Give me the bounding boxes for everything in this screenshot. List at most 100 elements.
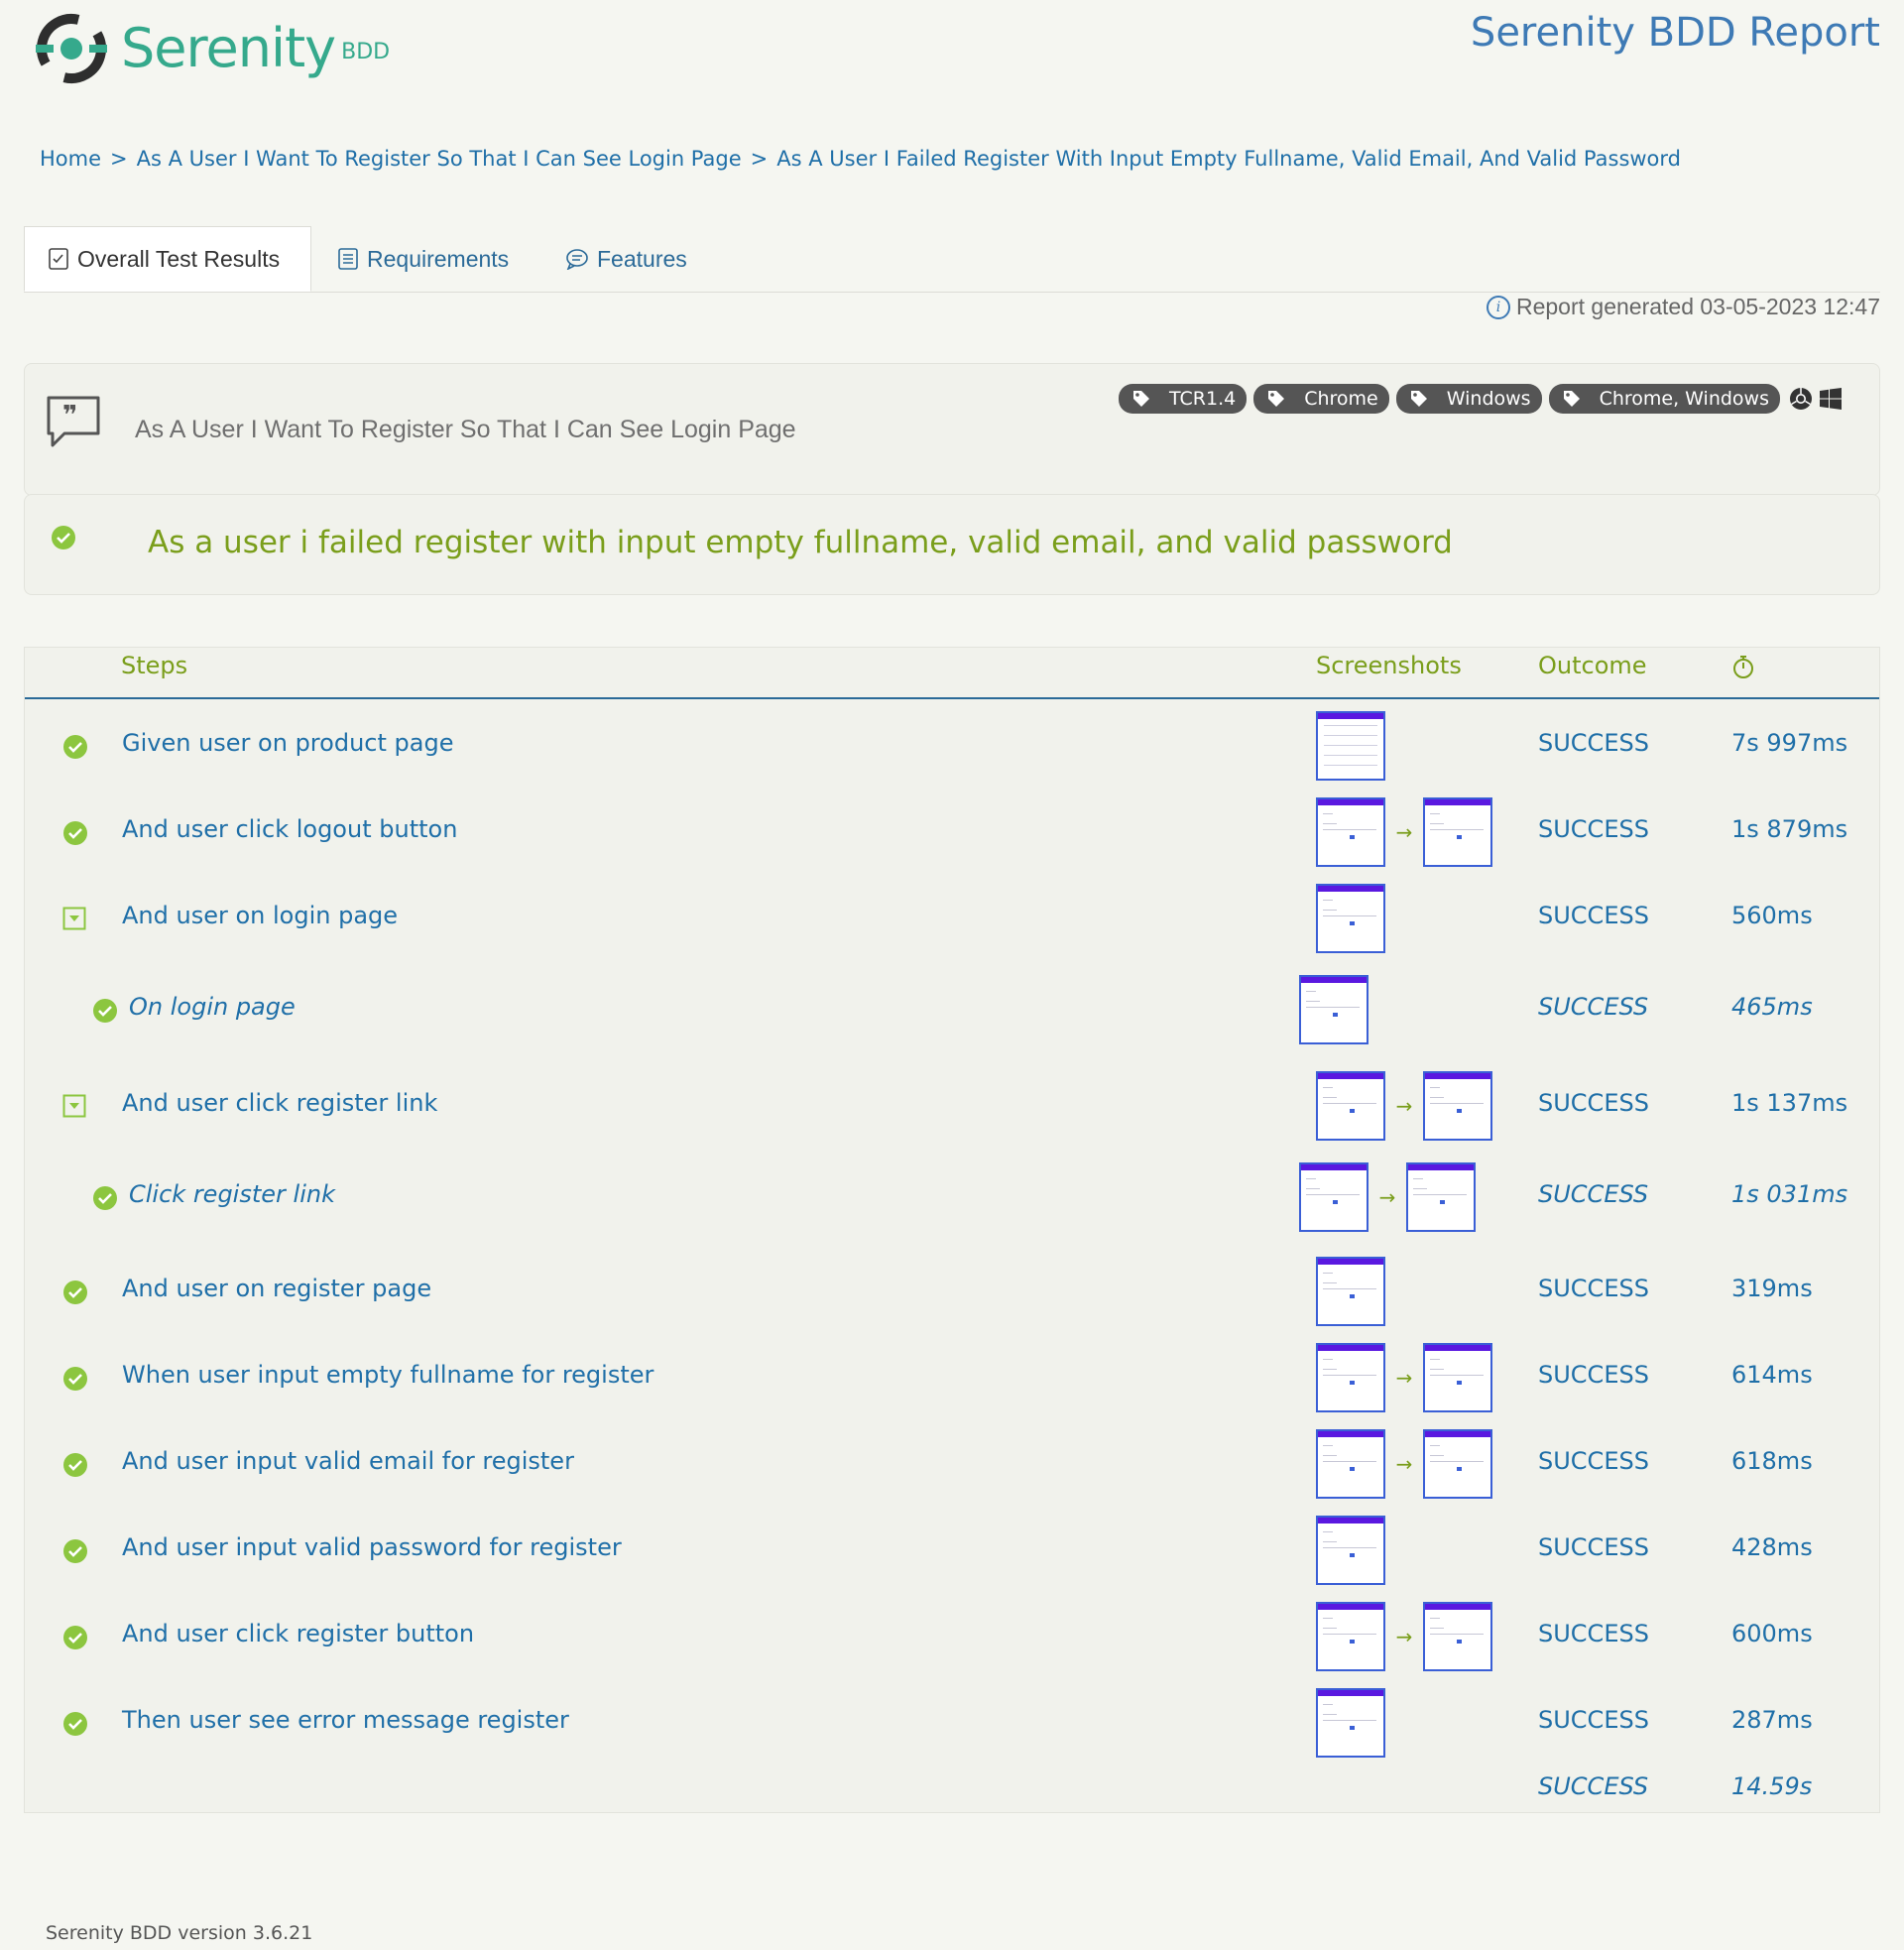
- arrow-right-icon: →: [1378, 1185, 1396, 1209]
- step-row: And user click register link → SUCCESS 1s 1…: [25, 1063, 1879, 1150]
- step-outcome: SUCCESS: [1538, 1275, 1649, 1302]
- step-label: On login page: [129, 993, 296, 1021]
- step-label: When user input empty fullname for regis…: [122, 1361, 654, 1389]
- checklist-icon: [48, 247, 69, 271]
- success-check-icon: [62, 1452, 88, 1482]
- step-row: On login page SUCCESS 465ms: [25, 967, 1879, 1061]
- tag-badge[interactable]: Chrome: [1253, 384, 1389, 414]
- step-screenshots: [1299, 975, 1368, 1044]
- step-screenshots: →: [1316, 1071, 1492, 1141]
- step-screenshots: →: [1316, 1429, 1492, 1499]
- screenshot-thumbnail[interactable]: [1423, 1602, 1492, 1671]
- tag-badge[interactable]: Chrome, Windows: [1548, 384, 1780, 414]
- total-outcome: SUCCESS: [1538, 1772, 1649, 1800]
- tag-badge[interactable]: Windows: [1395, 384, 1542, 414]
- steps-column-header: Steps: [121, 652, 188, 679]
- step-screenshots: [1316, 1688, 1385, 1758]
- screenshot-thumbnail[interactable]: [1316, 1071, 1385, 1141]
- feature-name-link[interactable]: As A User I Want To Register So That I C…: [135, 416, 796, 444]
- success-check-icon: [62, 1711, 88, 1741]
- screenshot-thumbnail[interactable]: [1316, 1602, 1385, 1671]
- step-row: Click register link → SUCCESS 1s 031ms: [25, 1155, 1879, 1249]
- svg-text:❞: ❞: [62, 401, 77, 430]
- step-duration: 600ms: [1731, 1620, 1813, 1647]
- tag-icon: [1133, 391, 1150, 407]
- screenshot-thumbnail[interactable]: [1316, 1688, 1385, 1758]
- screenshots-column-header: Screenshots: [1316, 652, 1462, 679]
- step-outcome: SUCCESS: [1538, 729, 1649, 757]
- document-list-icon: [337, 247, 359, 271]
- outcome-column-header: Outcome: [1538, 652, 1647, 679]
- tag-label: Chrome: [1304, 388, 1378, 410]
- serenity-logo-icon: [36, 14, 107, 83]
- report-generated: i Report generated 03-05-2023 12:47: [1486, 294, 1880, 320]
- screenshot-thumbnail[interactable]: [1423, 797, 1492, 867]
- step-outcome: SUCCESS: [1538, 1447, 1649, 1475]
- scenario-title: As a user i failed register with input e…: [148, 525, 1453, 560]
- arrow-right-icon: →: [1395, 820, 1413, 844]
- success-check-icon: [92, 998, 118, 1028]
- step-duration: 1s 137ms: [1731, 1089, 1848, 1117]
- success-check-icon: [62, 734, 88, 764]
- step-screenshots: →: [1316, 797, 1492, 867]
- serenity-logo[interactable]: Serenity BDD: [32, 8, 390, 89]
- step-duration: 560ms: [1731, 902, 1813, 929]
- screenshot-thumbnail[interactable]: [1316, 1257, 1385, 1326]
- step-outcome: SUCCESS: [1538, 1089, 1649, 1117]
- screenshot-thumbnail[interactable]: [1316, 884, 1385, 953]
- screenshot-thumbnail[interactable]: [1316, 711, 1385, 781]
- step-outcome: SUCCESS: [1538, 815, 1649, 843]
- step-row: And user input valid password for regist…: [25, 1508, 1879, 1594]
- success-check-icon: [62, 1280, 88, 1309]
- chrome-icon: [1790, 388, 1812, 410]
- breadcrumb-separator: >: [750, 147, 769, 171]
- step-label: And user click register button: [122, 1620, 475, 1647]
- screenshot-thumbnail[interactable]: [1316, 1429, 1385, 1499]
- success-check-icon: [62, 820, 88, 850]
- logo-wordmark: Serenity: [121, 17, 336, 79]
- screenshot-thumbnail[interactable]: [1423, 1071, 1492, 1141]
- step-outcome: SUCCESS: [1538, 993, 1649, 1021]
- step-outcome: SUCCESS: [1538, 1180, 1649, 1208]
- tab-features[interactable]: Features: [565, 226, 687, 292]
- tag-label: TCR1.4: [1169, 388, 1237, 410]
- step-outcome: SUCCESS: [1538, 1361, 1649, 1389]
- step-outcome: SUCCESS: [1538, 1706, 1649, 1734]
- step-label: And user click register link: [122, 1089, 438, 1117]
- step-screenshots: →: [1316, 1602, 1492, 1671]
- breadcrumb-scenario[interactable]: As A User I Failed Register With Input E…: [776, 147, 1681, 171]
- screenshot-thumbnail[interactable]: [1316, 1516, 1385, 1585]
- screenshot-thumbnail[interactable]: [1316, 1343, 1385, 1412]
- tab-bar: Overall Test Results Requirements Featur…: [24, 226, 1880, 293]
- breadcrumb-home[interactable]: Home: [40, 147, 101, 171]
- breadcrumb-feature[interactable]: As A User I Want To Register So That I C…: [137, 147, 742, 171]
- tag-icon: [1410, 391, 1427, 407]
- arrow-right-icon: →: [1395, 1452, 1413, 1476]
- success-check-icon: [62, 1366, 88, 1396]
- screenshot-thumbnail[interactable]: [1299, 975, 1368, 1044]
- feature-panel: ❞ As A User I Want To Register So That I…: [24, 363, 1880, 496]
- stopwatch-icon: [1731, 648, 1755, 697]
- step-screenshots: →: [1299, 1162, 1476, 1232]
- step-label: Given user on product page: [122, 729, 454, 757]
- tag-badge[interactable]: TCR1.4: [1119, 384, 1248, 414]
- step-row: And user click logout button → SUCCESS 1s 8…: [25, 790, 1879, 876]
- tab-overall-test-results[interactable]: Overall Test Results: [24, 226, 311, 292]
- screenshot-thumbnail[interactable]: [1406, 1162, 1476, 1232]
- step-label: And user input valid email for register: [122, 1447, 574, 1475]
- screenshot-thumbnail[interactable]: [1423, 1429, 1492, 1499]
- tab-requirements[interactable]: Requirements: [337, 226, 509, 292]
- step-row: When user input empty fullname for regis…: [25, 1335, 1879, 1421]
- expand-toggle-icon[interactable]: [62, 907, 86, 934]
- screenshot-thumbnail[interactable]: [1316, 797, 1385, 867]
- screenshot-thumbnail[interactable]: [1423, 1343, 1492, 1412]
- windows-icon: [1820, 388, 1842, 410]
- success-check-icon: [62, 1625, 88, 1654]
- expand-toggle-icon[interactable]: [62, 1094, 86, 1122]
- screenshot-thumbnail[interactable]: [1299, 1162, 1368, 1232]
- report-title: Serenity BDD Report: [1470, 10, 1880, 56]
- tag-label: Chrome, Windows: [1599, 388, 1769, 410]
- step-duration: 465ms: [1731, 993, 1813, 1021]
- step-duration: 7s 997ms: [1731, 729, 1848, 757]
- report-generated-text: Report generated 03-05-2023 12:47: [1515, 294, 1880, 319]
